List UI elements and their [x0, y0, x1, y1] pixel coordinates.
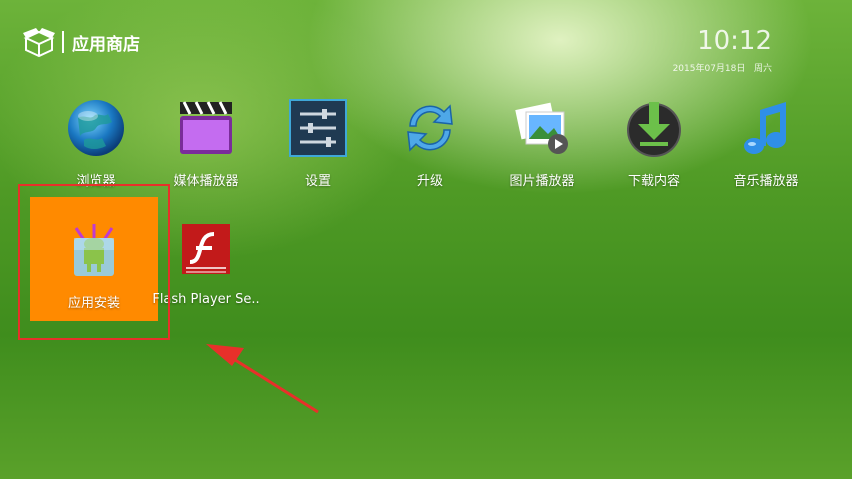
refresh-icon: [407, 104, 453, 152]
header-divider: [62, 31, 64, 53]
clock-time: 10:12: [697, 26, 772, 56]
app-header: 应用商店: [22, 26, 140, 58]
weekday-text: 周六: [753, 64, 772, 74]
music-note-icon: [744, 102, 786, 154]
flash-icon: [182, 224, 230, 274]
app-upgrade[interactable]: 升级: [375, 96, 485, 189]
app-label: 升级: [416, 174, 443, 189]
app-label: 下载内容: [627, 174, 680, 189]
page-title: 应用商店: [72, 34, 140, 55]
app-downloads[interactable]: 下载内容: [599, 96, 709, 189]
clock-date: 2015年07月18日 周六: [673, 61, 772, 74]
app-settings[interactable]: 设置: [263, 96, 373, 189]
globe-icon: [68, 100, 124, 156]
clapperboard-icon: [180, 101, 232, 154]
settings-sliders-icon: [289, 99, 347, 157]
selection-highlight-box: [18, 184, 170, 340]
app-label: 图片播放器: [509, 174, 575, 189]
app-label: 设置: [304, 174, 331, 189]
app-photo-player[interactable]: 图片播放器: [487, 96, 597, 189]
app-browser[interactable]: 浏览器: [41, 96, 151, 189]
photo-viewer-icon: [515, 102, 568, 154]
app-media-player[interactable]: 媒体播放器: [151, 96, 261, 189]
app-store-icon: [23, 28, 55, 58]
app-music-player[interactable]: 音乐播放器: [711, 96, 821, 189]
date-text: 2015年07月18日: [672, 64, 746, 74]
download-icon: [627, 102, 681, 157]
app-label: 音乐播放器: [733, 174, 799, 189]
